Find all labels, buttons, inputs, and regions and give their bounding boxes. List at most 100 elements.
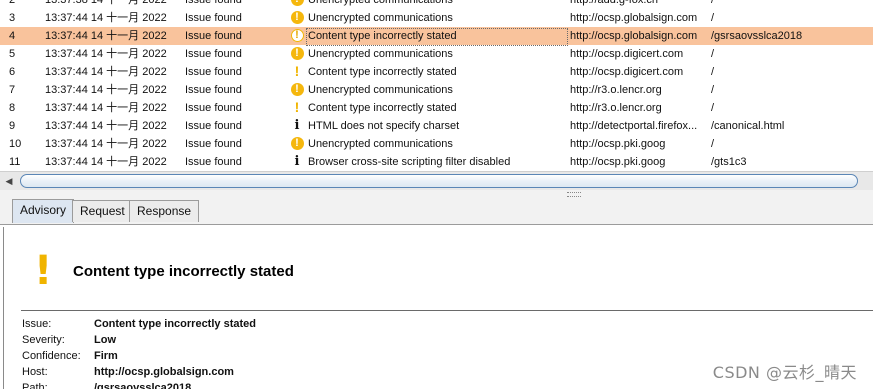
row-host: http://r3.o.lencr.org [570, 84, 662, 96]
warning-circle-icon: ! [290, 46, 304, 60]
row-number: 8 [9, 102, 16, 114]
tab-response[interactable]: Response [129, 200, 200, 222]
severity-icon-cell: ! [289, 81, 305, 99]
row-host: http://detectportal.firefox... [570, 120, 698, 132]
exclamation-icon: ! [294, 99, 300, 116]
row-type: Issue found [185, 138, 242, 150]
row-host: http://ocsp.globalsign.com [570, 12, 698, 24]
row-time: 13:37:44 14 十一月 2022 [45, 30, 167, 42]
detail-key: Issue: [22, 318, 52, 330]
row-type: Issue found [185, 120, 242, 132]
row-path: / [711, 66, 715, 78]
table-row[interactable]: 8 13:37:44 14 十一月 2022 Issue found! Content… [0, 99, 873, 117]
table-row[interactable]: 2 13:37:38 14 十一月 2022 Issue found! Unencry… [0, 0, 873, 9]
row-host: http://ocsp.digicert.com [570, 48, 684, 60]
detail-value: Firm [94, 350, 118, 362]
row-issue: Browser cross-site scripting filter disa… [308, 156, 511, 168]
row-issue: Content type incorrectly stated [308, 102, 457, 114]
info-icon: i [294, 117, 300, 133]
row-path: /gsrsaovsslca2018 [711, 30, 803, 42]
row-path: / [711, 48, 715, 60]
detail-key: Host: [22, 366, 48, 378]
table-row[interactable]: 3 13:37:44 14 十一月 2022 Issue found! Unencry… [0, 9, 873, 27]
issues-table: 2 13:37:38 14 十一月 2022 Issue found! Unencry… [0, 0, 873, 171]
horizontal-scrollbar[interactable]: ◀ [0, 171, 873, 191]
row-type: Issue found [185, 30, 242, 42]
tab-request[interactable]: Request [72, 200, 133, 222]
warning-circle-icon: ! [290, 28, 304, 42]
row-path: / [711, 102, 715, 114]
tab-advisory[interactable]: Advisory [12, 199, 75, 223]
row-path: / [711, 138, 715, 150]
table-row[interactable]: 7 13:37:44 14 十一月 2022 Issue found! Unencry… [0, 81, 873, 99]
row-type: Issue found [185, 156, 242, 168]
row-number: 11 [9, 156, 21, 168]
row-number: 6 [9, 66, 16, 78]
row-issue: Content type incorrectly stated [306, 28, 568, 46]
table-row[interactable]: 5 13:37:44 14 十一月 2022 Issue found! Unencry… [0, 45, 873, 63]
detail-value: Content type incorrectly stated [94, 318, 256, 330]
row-path: / [711, 12, 715, 24]
row-issue: Unencrypted communications [308, 84, 453, 96]
row-number: 10 [9, 138, 22, 150]
row-issue: Unencrypted communications [308, 138, 453, 150]
advisory-title: Content type incorrectly stated [73, 263, 294, 280]
detail-value: http://ocsp.globalsign.com [94, 366, 234, 378]
tab-divider [0, 224, 873, 225]
row-issue: Unencrypted communications [308, 0, 453, 6]
tab-strip: Advisory Request Response [0, 197, 873, 225]
row-time: 13:37:44 14 十一月 2022 [45, 138, 167, 150]
row-issue: HTML does not specify charset [308, 120, 460, 132]
exclamation-icon: ! [294, 63, 300, 80]
detail-value: Low [94, 334, 116, 346]
row-number: 3 [9, 12, 16, 24]
warning-circle-icon: ! [290, 10, 304, 24]
row-time: 13:37:44 14 十一月 2022 [45, 120, 167, 132]
table-row[interactable]: 4 13:37:44 14 十一月 2022 Issue found! Content… [0, 27, 873, 46]
table-row[interactable]: 10 13:37:44 14 十一月 2022 Issue found! Unencr… [0, 135, 873, 153]
exclamation-icon: ! [34, 248, 53, 294]
row-issue: Content type incorrectly stated [308, 66, 457, 78]
scroll-left-arrow-icon[interactable]: ◀ [3, 174, 15, 188]
row-host: http://r3.o.lencr.org [570, 102, 662, 114]
row-host: http://ocsp.digicert.com [570, 66, 684, 78]
row-time: 13:37:44 14 十一月 2022 [45, 84, 167, 96]
row-time: 13:37:44 14 十一月 2022 [45, 48, 167, 60]
severity-icon-cell: ! [289, 99, 305, 117]
row-number: 7 [9, 84, 16, 96]
severity-icon-cell: i [289, 153, 305, 171]
detail-key: Confidence: [22, 350, 81, 362]
warning-circle-icon: ! [290, 82, 304, 96]
row-number: 5 [9, 48, 16, 60]
row-number: 4 [9, 30, 16, 42]
severity-icon-cell: ! [289, 0, 305, 9]
row-number: 2 [9, 0, 16, 6]
row-host: http://ocsp.pki.goog [570, 138, 666, 150]
pane-splitter[interactable] [0, 190, 873, 197]
detail-key: Path: [22, 382, 48, 389]
scrollbar-thumb[interactable] [20, 174, 858, 188]
detail-key: Severity: [22, 334, 65, 346]
table-row[interactable]: 11 13:37:44 14 十一月 2022 Issue found i Browse… [0, 153, 873, 171]
warning-circle-icon: ! [290, 0, 304, 6]
severity-icon-cell: i [289, 117, 305, 135]
severity-icon-cell: ! [289, 135, 305, 153]
table-row[interactable]: 9 13:37:44 14 十一月 2022 Issue found i HTML do… [0, 117, 873, 135]
severity-icon-cell: ! [289, 45, 305, 63]
burp-issues-window: 2 13:37:38 14 十一月 2022 Issue found! Unencry… [0, 0, 873, 389]
row-host: http://ocsp.globalsign.com [570, 30, 698, 42]
row-host: http://add.g-fox.cn [570, 0, 659, 6]
row-issue: Unencrypted communications [308, 48, 453, 60]
row-type: Issue found [185, 102, 242, 114]
row-host: http://ocsp.pki.goog [570, 156, 666, 168]
row-time: 13:37:44 14 十一月 2022 [45, 156, 167, 168]
row-time: 13:37:44 14 十一月 2022 [45, 66, 167, 78]
info-icon: i [294, 153, 300, 169]
row-path: /canonical.html [711, 120, 785, 132]
detail-value: /gsrsaovsslca2018 [94, 382, 192, 389]
table-row[interactable]: 6 13:37:44 14 十一月 2022 Issue found! Content… [0, 63, 873, 81]
row-issue: Unencrypted communications [308, 12, 453, 24]
row-type: Issue found [185, 66, 242, 78]
warning-circle-icon: ! [290, 136, 304, 150]
row-type: Issue found [185, 0, 242, 6]
